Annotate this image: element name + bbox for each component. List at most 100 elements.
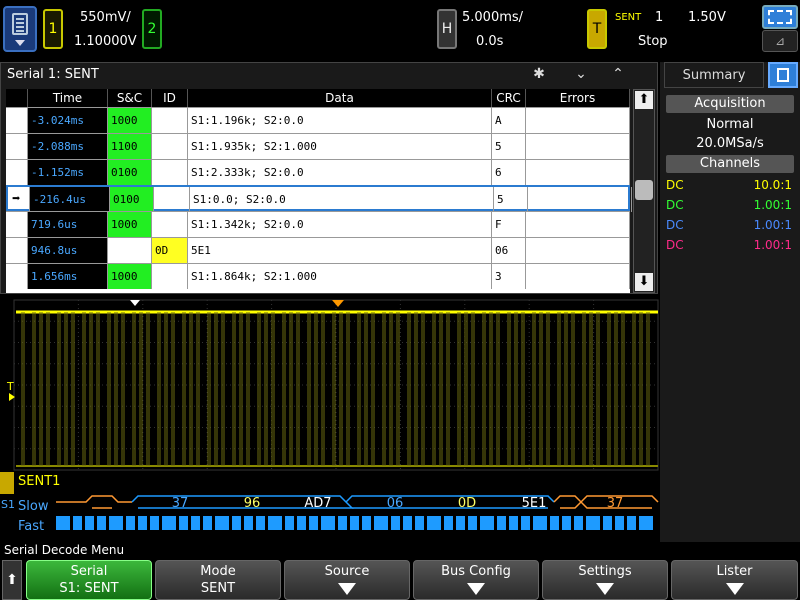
submenu-arrow-icon: [596, 583, 614, 595]
ground-marker-icon: [0, 472, 14, 494]
lister-window: Serial 1: SENT ✱ ⌄ ⌃ Time S&C ID Data CR…: [0, 62, 658, 294]
ch4-coupling: DC: [666, 238, 684, 252]
bus-label: SENT1: [18, 474, 60, 489]
chevron-up-icon[interactable]: ⌃: [608, 66, 628, 84]
scroll-down-icon[interactable]: ⬇: [635, 273, 653, 291]
channel-1-button[interactable]: 1: [43, 9, 63, 49]
cell-data: S1:1.342k; S2:0.0: [188, 212, 492, 237]
header-sc[interactable]: S&C: [108, 89, 152, 107]
table-row[interactable]: -3.024ms 1000 S1:1.196k; S2:0.0 A: [6, 107, 630, 133]
fast-bus-symbol: [603, 516, 612, 530]
fast-bus-symbol: [268, 516, 282, 530]
cell-errors: [526, 238, 630, 263]
zoom-icon[interactable]: [762, 5, 798, 29]
softkey-source[interactable]: Source: [284, 560, 410, 600]
bus-segment: [56, 495, 132, 503]
fast-bus-symbol: [391, 516, 400, 530]
fast-bus-symbol: [586, 516, 600, 530]
cell-crc: A: [492, 108, 526, 133]
row-marker: [6, 134, 28, 159]
fast-bus-symbol: [215, 516, 229, 530]
cell-errors: [528, 187, 632, 212]
submenu-arrow-icon: [467, 583, 485, 595]
fast-bus-symbol: [509, 516, 518, 530]
tab-list-icon[interactable]: [768, 62, 798, 88]
zoom-box-icon[interactable]: ⊿: [762, 30, 798, 52]
fast-bus-symbol: [456, 516, 465, 530]
fast-bus-symbol: [109, 516, 123, 530]
cell-crc: F: [492, 212, 526, 237]
horizontal-button[interactable]: H: [437, 9, 457, 49]
fast-bus-symbol: [533, 516, 547, 530]
softkey-serial[interactable]: Serial S1: SENT: [26, 560, 152, 600]
softkey-lister[interactable]: Lister: [671, 560, 798, 600]
header-time[interactable]: Time: [28, 89, 108, 107]
trigger-source: 1: [655, 10, 664, 25]
fast-bus-symbol: [468, 516, 477, 530]
header-crc[interactable]: CRC: [492, 89, 526, 107]
row-marker: [6, 108, 28, 133]
acquisition-header: Acquisition: [666, 95, 794, 113]
header-id[interactable]: ID: [152, 89, 188, 107]
tab-summary[interactable]: Summary: [664, 62, 764, 88]
fast-bus-symbol: [480, 516, 494, 530]
fast-bus-symbol: [350, 516, 359, 530]
table-row[interactable]: 946.8us 0D 5E1 06: [6, 237, 630, 263]
chevron-down-icon[interactable]: ⌄: [571, 66, 591, 84]
row-pointer-icon: ➡: [8, 187, 30, 212]
menu-title: Serial Decode Menu: [4, 543, 125, 557]
fast-bus-symbol: [126, 516, 135, 530]
cell-sc: [108, 238, 152, 263]
fast-bus-symbol: [321, 516, 335, 530]
cell-crc: 6: [492, 160, 526, 185]
acq-mode: Normal: [706, 117, 754, 132]
table-row[interactable]: -2.088ms 1100 S1:1.935k; S2:1.000 5: [6, 133, 630, 159]
cell-sc: 0100: [108, 160, 152, 185]
channel-2-button[interactable]: 2: [142, 9, 162, 49]
trigger-button[interactable]: T: [587, 9, 607, 49]
cell-sc: 1000: [108, 264, 152, 289]
scroll-up-icon[interactable]: ⬆: [635, 91, 653, 109]
fast-bus-symbol: [203, 516, 212, 530]
fast-bus-symbol: [162, 516, 176, 530]
table-row[interactable]: -1.152ms 0100 S1:2.333k; S2:0.0 6: [6, 159, 630, 185]
cell-crc: 3: [492, 264, 526, 289]
run-state: Stop: [638, 34, 668, 49]
cell-id: [152, 134, 188, 159]
softkey-serial-label: Serial: [70, 564, 108, 579]
cell-time: -2.088ms: [28, 134, 108, 159]
scroll-thumb[interactable]: [635, 180, 653, 200]
cell-time: -216.4us: [30, 187, 110, 212]
lister-scrollbar[interactable]: ⬆ ⬇: [633, 89, 655, 293]
header-data[interactable]: Data: [188, 89, 492, 107]
cell-errors: [526, 160, 630, 185]
waveform-display[interactable]: T SENT1 S1 Slow Fast 37 96 AD7 06 0D 5E1 37: [0, 296, 660, 540]
ch2-coupling: DC: [666, 198, 684, 212]
cell-crc: 5: [492, 134, 526, 159]
trigger-level: 1.50V: [688, 10, 726, 25]
fast-bus-symbol: [415, 516, 424, 530]
trigger-type: SENT: [615, 12, 642, 23]
table-row[interactable]: 719.6us 1000 S1:1.342k; S2:0.0 F: [6, 211, 630, 237]
header-errors[interactable]: Errors: [526, 89, 630, 107]
gear-icon[interactable]: ✱: [529, 66, 549, 84]
row-marker: [6, 212, 28, 237]
softkey-bus-config[interactable]: Bus Config: [413, 560, 539, 600]
softkey-mode[interactable]: Mode SENT: [155, 560, 281, 600]
softkey-mode-value: SENT: [200, 581, 236, 596]
fast-bus-symbol: [550, 516, 559, 530]
row-marker: [6, 238, 28, 263]
menu-icon[interactable]: [3, 6, 37, 52]
fast-bus-symbol: [56, 516, 70, 530]
fast-channel-bus: [56, 516, 653, 530]
fast-bus-symbol: [179, 516, 188, 530]
submenu-arrow-icon: [338, 583, 356, 595]
channel-3-info: DC 1.00:1: [666, 216, 794, 234]
slow-bus-value: 0D: [458, 496, 476, 511]
table-row[interactable]: 1.656ms 1000 S1:1.864k; S2:1.000 3: [6, 263, 630, 289]
table-row-selected[interactable]: ➡ -216.4us 0100 S1:0.0; S2:0.0 5: [6, 185, 632, 212]
cell-sc: 0100: [110, 187, 154, 212]
back-up-icon[interactable]: ⬆: [2, 560, 22, 600]
softkey-settings[interactable]: Settings: [542, 560, 668, 600]
fast-label: Fast: [18, 519, 44, 534]
